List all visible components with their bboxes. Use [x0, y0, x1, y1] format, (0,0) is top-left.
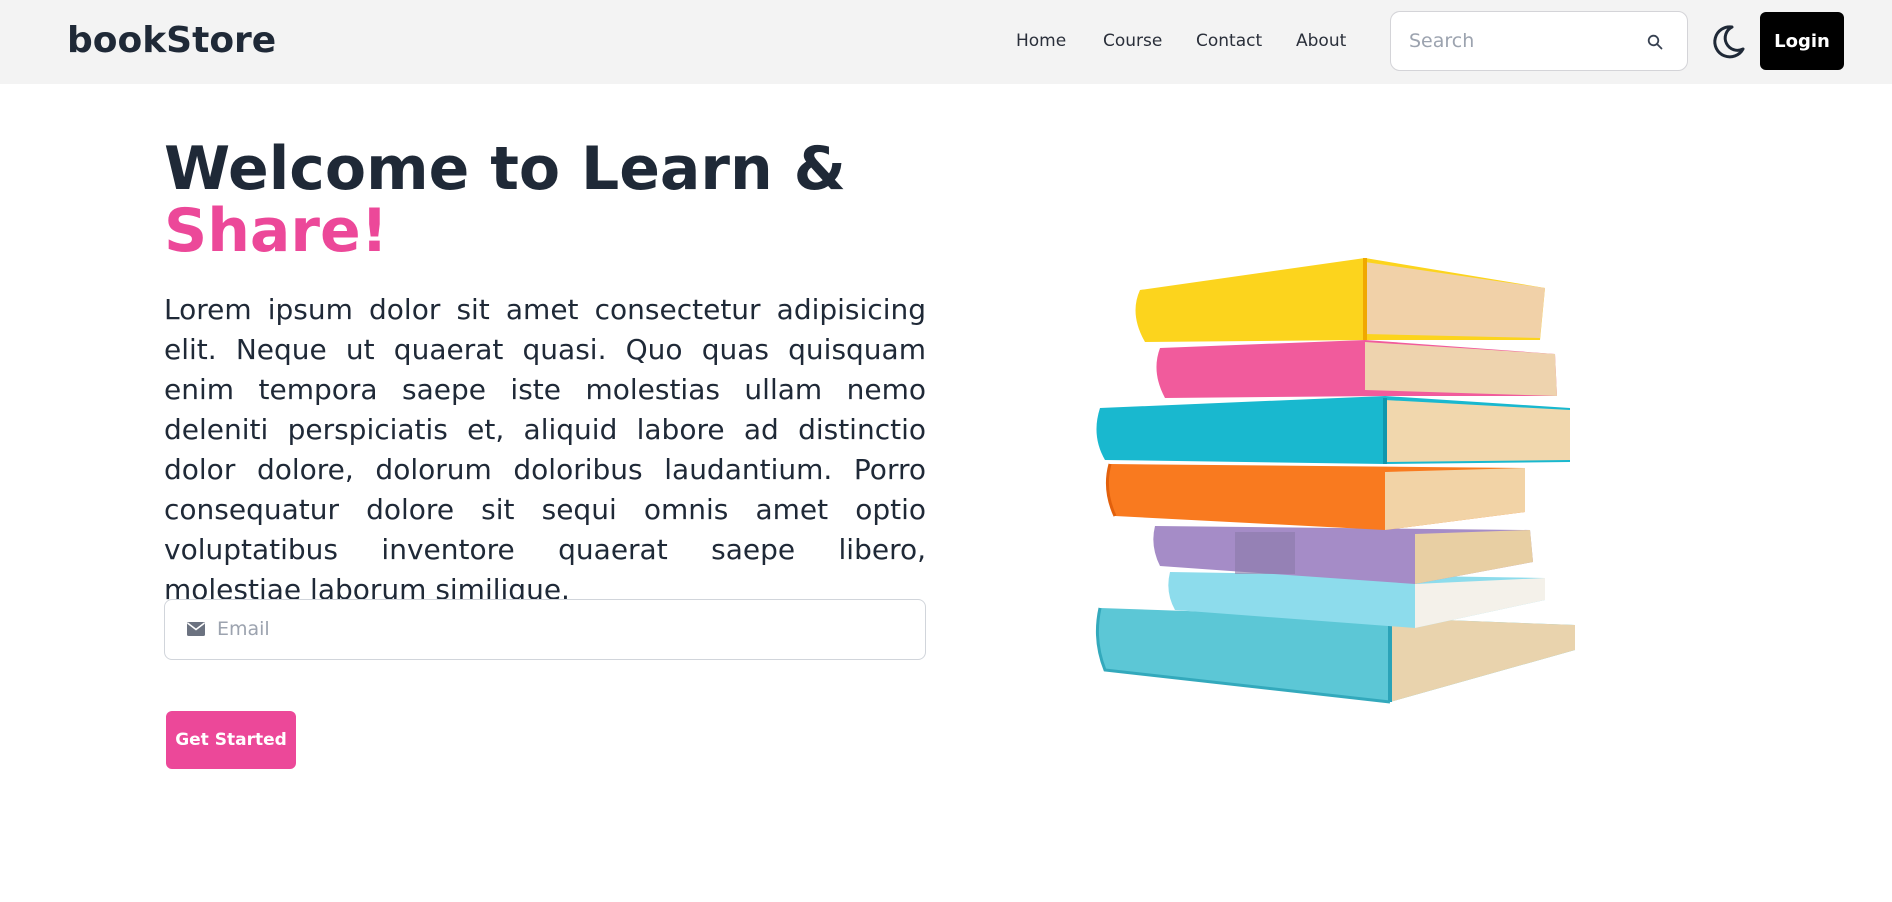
- hero-description: Lorem ipsum dolor sit amet consectetur a…: [164, 293, 926, 606]
- get-started-button[interactable]: Get Started: [166, 711, 296, 769]
- login-button[interactable]: Login: [1760, 12, 1844, 70]
- email-field[interactable]: [217, 600, 907, 658]
- navbar: bookStore Home Course Contact About Logi…: [0, 0, 1892, 84]
- mail-icon: [187, 622, 205, 636]
- search-icon[interactable]: [1647, 34, 1663, 50]
- moon-icon[interactable]: [1708, 22, 1748, 62]
- hero-title: Welcome to Learn & Share!: [164, 138, 846, 262]
- book-teal-bottom: [1095, 607, 1575, 704]
- book-cyan: [1096, 396, 1570, 464]
- nav-link-home[interactable]: Home: [1016, 31, 1066, 51]
- book-yellow: [1135, 258, 1545, 342]
- search-input[interactable]: [1409, 12, 1639, 70]
- search-box: [1390, 11, 1688, 71]
- hero-title-main: Welcome to Learn &: [164, 134, 846, 204]
- books-stack-illustration: [1095, 258, 1575, 704]
- email-field-wrapper: [164, 599, 926, 660]
- hero-title-accent: Share!: [164, 196, 389, 266]
- book-pink: [1156, 340, 1557, 398]
- book-orange: [1105, 463, 1525, 530]
- brand-logo[interactable]: bookStore: [67, 20, 276, 61]
- nav-link-course[interactable]: Course: [1103, 31, 1162, 51]
- nav-link-about[interactable]: About: [1296, 31, 1346, 51]
- nav-link-contact[interactable]: Contact: [1196, 31, 1262, 51]
